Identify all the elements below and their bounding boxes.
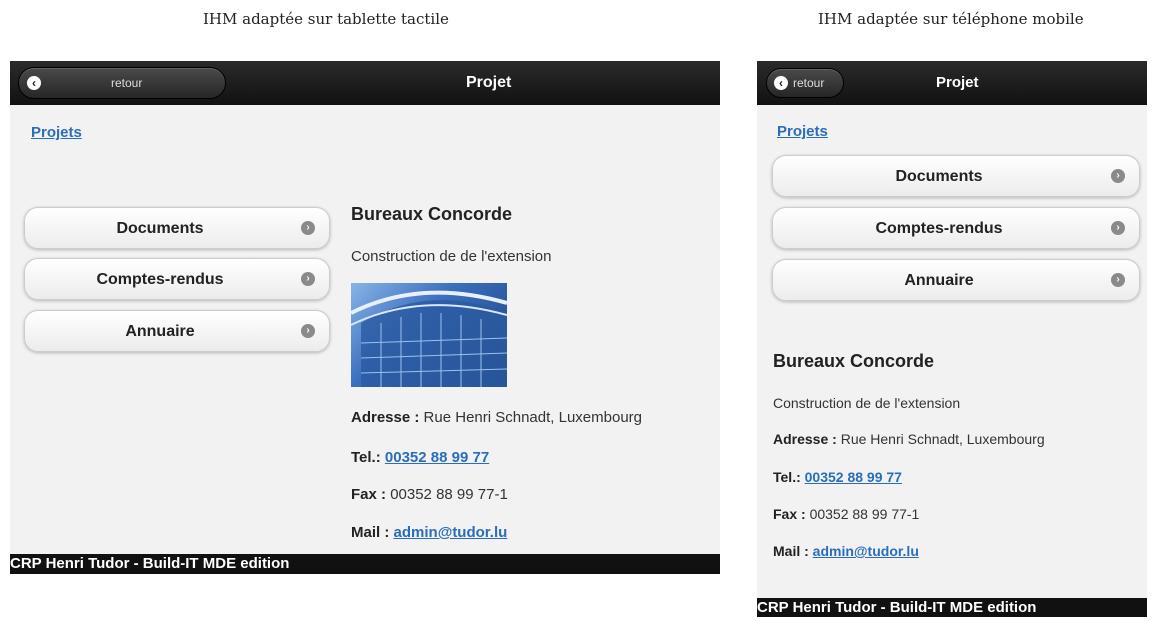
project-description: Construction de de l'extension — [773, 395, 961, 411]
tel-label: Tel.: — [773, 469, 801, 485]
chevron-right-icon: › — [301, 221, 315, 235]
fax-value: 00352 88 99 77-1 — [809, 506, 920, 522]
tablet-screen: ‹ retour Projet Projets Documents › Comp… — [10, 61, 720, 574]
chevron-right-icon: › — [1111, 273, 1125, 287]
back-arrow-icon: ‹ — [774, 76, 788, 90]
nav-comptes-rendus[interactable]: Comptes-rendus › — [772, 207, 1140, 249]
mail-label: Mail : — [773, 543, 809, 559]
address-row: Adresse : Rue Henri Schnadt, Luxembourg — [773, 431, 1045, 447]
fax-row: Fax : 00352 88 99 77-1 — [773, 506, 919, 522]
mail-link[interactable]: admin@tudor.lu — [394, 524, 508, 541]
chevron-right-icon: › — [1111, 169, 1125, 183]
fax-label: Fax : — [351, 486, 387, 503]
page-title: Projet — [466, 74, 512, 91]
back-button[interactable]: ‹ retour — [18, 67, 226, 99]
fax-row: Fax : 00352 88 99 77-1 — [351, 486, 508, 503]
tel-label: Tel.: — [351, 449, 381, 466]
mail-label: Mail : — [351, 524, 390, 541]
building-image — [351, 290, 507, 387]
project-name: Bureaux Concorde — [773, 351, 935, 371]
mobile-screen: ‹ retour Projet Projets Documents › Comp… — [757, 61, 1147, 617]
mobile-header: ‹ retour Projet — [757, 61, 1147, 105]
fax-label: Fax : — [773, 506, 806, 522]
project-name: Bureaux Concorde — [351, 204, 513, 224]
project-description: Construction de de l'extension — [351, 248, 552, 265]
footer: CRP Henri Tudor - Build-IT MDE edition — [10, 554, 720, 574]
address-value: Rue Henri Schnadt, Luxembourg — [840, 431, 1045, 447]
nav-documents[interactable]: Documents › — [24, 207, 330, 249]
nav-comptes-rendus-label: Comptes-rendus — [875, 220, 1003, 237]
mail-link[interactable]: admin@tudor.lu — [813, 543, 919, 559]
breadcrumb-projets[interactable]: Projets — [777, 123, 828, 140]
chevron-right-icon: › — [301, 324, 315, 338]
tablet-caption: IHM adaptée sur tablette tactile — [203, 10, 449, 28]
footer: CRP Henri Tudor - Build-IT MDE edition — [757, 598, 1147, 617]
page-title: Projet — [936, 74, 979, 91]
nav-annuaire-label: Annuaire — [125, 323, 195, 340]
nav-annuaire[interactable]: Annuaire › — [772, 259, 1140, 301]
back-button[interactable]: ‹ retour — [766, 68, 844, 98]
tablet-header: ‹ retour Projet — [10, 61, 720, 105]
back-label: retour — [111, 76, 143, 90]
address-row: Adresse : Rue Henri Schnadt, Luxembourg — [351, 409, 642, 426]
nav-annuaire-label: Annuaire — [904, 272, 974, 289]
nav-documents-label: Documents — [895, 168, 983, 185]
nav-comptes-rendus-label: Comptes-rendus — [96, 271, 224, 288]
breadcrumb-projets[interactable]: Projets — [31, 124, 82, 141]
mail-row: Mail : admin@tudor.lu — [351, 524, 507, 541]
nav-documents[interactable]: Documents › — [772, 155, 1140, 197]
back-label: retour — [793, 76, 825, 90]
nav-annuaire[interactable]: Annuaire › — [24, 310, 330, 352]
back-arrow-icon: ‹ — [27, 76, 41, 90]
tel-row: Tel.: 00352 88 99 77 — [351, 449, 489, 466]
nav-documents-label: Documents — [116, 220, 204, 237]
address-label: Adresse : — [773, 431, 837, 447]
address-label: Adresse : — [351, 409, 420, 426]
tel-link[interactable]: 00352 88 99 77 — [385, 449, 489, 466]
tel-link[interactable]: 00352 88 99 77 — [805, 469, 902, 485]
mail-row: Mail : admin@tudor.lu — [773, 543, 919, 559]
project-photo — [351, 283, 507, 387]
mobile-caption: IHM adaptée sur téléphone mobile — [818, 10, 1084, 28]
chevron-right-icon: › — [301, 272, 315, 286]
tel-row: Tel.: 00352 88 99 77 — [773, 469, 902, 485]
chevron-right-icon: › — [1111, 221, 1125, 235]
address-value: Rue Henri Schnadt, Luxembourg — [423, 409, 643, 426]
fax-value: 00352 88 99 77-1 — [390, 486, 508, 503]
nav-comptes-rendus[interactable]: Comptes-rendus › — [24, 258, 330, 300]
